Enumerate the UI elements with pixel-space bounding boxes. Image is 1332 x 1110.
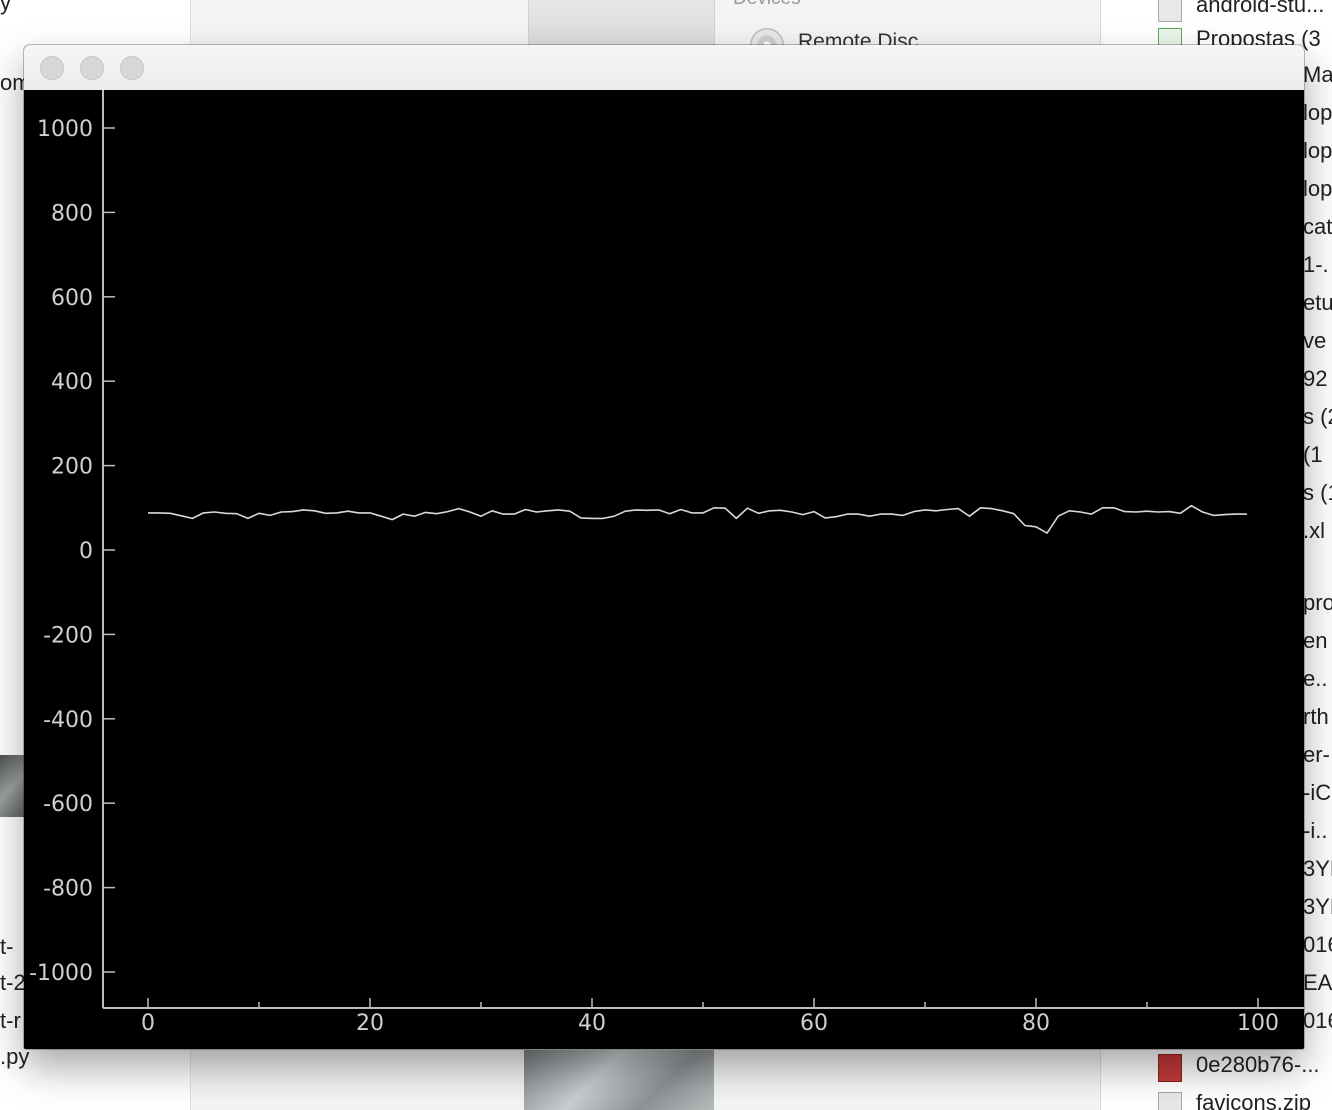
file-name-fragment: 92 — [1303, 366, 1328, 391]
file-name-fragment: rth — [1303, 704, 1329, 729]
file-name: android-stu... — [1196, 0, 1325, 17]
file-name-fragment: Ma — [1303, 62, 1332, 87]
finder-thumbnail — [528, 0, 715, 45]
y-tick-label: -400 — [43, 708, 93, 733]
y-tick-label: 1000 — [37, 117, 93, 142]
x-tick-label: 20 — [356, 1011, 384, 1036]
devices-section-label: Devices — [733, 0, 801, 10]
file-name-fragment: lop — [1303, 176, 1332, 201]
x-tick-label: 100 — [1237, 1011, 1279, 1036]
x-tick-label: 0 — [141, 1011, 155, 1036]
desktop: Devices Remote Disc android-stu... Propo… — [0, 0, 1332, 1110]
finder-thumbnail-bottom — [524, 1050, 714, 1110]
file-name-fragment: t- — [0, 934, 14, 959]
file-name-fragment: EA_ — [1303, 970, 1332, 995]
file-name-fragment: lop — [1303, 100, 1332, 125]
file-name-fragment: 3YE — [1303, 894, 1332, 919]
file-name-fragment: e.. — [1303, 666, 1328, 691]
file-name-fragment: pro — [1303, 590, 1332, 615]
file-name-fragment: 3YE — [1303, 856, 1332, 881]
y-tick-label: -800 — [43, 877, 93, 902]
file-name-fragment: er- — [1303, 742, 1330, 767]
file-name-fragment: lop — [1303, 138, 1332, 163]
plot-canvas[interactable]: 1000 800 600 400 200 0 -200 -400 -600 -800 -1000 0 2… — [24, 90, 1304, 1049]
x-tick-label: 40 — [578, 1011, 606, 1036]
file-name: 0e280b76-... — [1196, 1052, 1320, 1077]
file-name-fragment: .xl — [1303, 518, 1325, 543]
x-tick-label: 80 — [1022, 1011, 1050, 1036]
file-name-fragment: s (1 — [1303, 480, 1332, 505]
minimize-button[interactable] — [80, 56, 104, 80]
file-name-fragment: y — [0, 0, 11, 15]
file-name-fragment: 1-. — [1303, 252, 1329, 277]
file-name-fragment: en — [1303, 628, 1328, 653]
y-tick-label: -1000 — [29, 961, 93, 986]
y-tick-label: -600 — [43, 792, 93, 817]
zip-icon — [1158, 1092, 1182, 1110]
y-tick-label: -200 — [43, 623, 93, 648]
x-tick-label: 60 — [800, 1011, 828, 1036]
file-name-fragment: t-2 — [0, 970, 26, 995]
y-tick-label: 200 — [51, 455, 93, 480]
close-button[interactable] — [40, 56, 64, 80]
zoom-button[interactable] — [120, 56, 144, 80]
file-icon — [1158, 0, 1182, 22]
file-name-fragment: etu — [1303, 290, 1332, 315]
file-row[interactable]: favicons.zip — [1100, 1086, 1332, 1110]
file-name-fragment: t-r — [0, 1008, 21, 1033]
line-chart: 1000 800 600 400 200 0 -200 -400 -600 -800 -1000 0 2… — [29, 90, 1304, 1036]
plot-window[interactable]: 1000 800 600 400 200 0 -200 -400 -600 -800 -1000 0 2… — [24, 45, 1304, 1049]
file-icon — [1158, 1054, 1182, 1082]
finder-photo-left — [0, 755, 26, 817]
y-tick-label: 600 — [51, 286, 93, 311]
file-name-fragment: s (2 — [1303, 404, 1332, 429]
file-name-fragment: (1 — [1303, 442, 1323, 467]
window-titlebar[interactable] — [24, 45, 1304, 91]
file-name-fragment: -i.. — [1303, 818, 1328, 843]
file-name-fragment: -iC — [1303, 780, 1332, 805]
y-tick-label: 800 — [51, 201, 93, 226]
file-name-fragment: ve — [1303, 328, 1327, 353]
file-row[interactable]: 0e280b76-... — [1100, 1048, 1332, 1086]
y-tick-label: 0 — [79, 539, 93, 564]
series-line — [148, 504, 1247, 534]
file-name-fragment: 016 — [1303, 1008, 1332, 1033]
file-name-fragment: 016 — [1303, 932, 1332, 957]
file-name-fragment: cat — [1303, 214, 1332, 239]
y-tick-label: 400 — [51, 370, 93, 395]
file-name: favicons.zip — [1196, 1090, 1311, 1110]
